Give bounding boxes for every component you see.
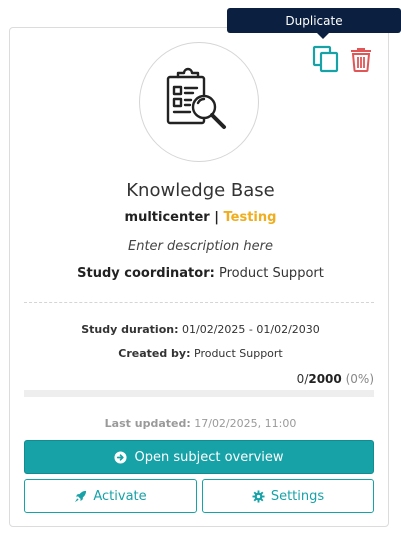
study-status: Testing bbox=[223, 210, 277, 225]
copy-icon bbox=[312, 45, 339, 73]
created-label: Created by: bbox=[118, 347, 191, 360]
updated-value: 17/02/2025, 11:00 bbox=[194, 417, 297, 430]
subtitle-separator: | bbox=[209, 210, 224, 225]
arrow-circle-right-icon bbox=[114, 450, 128, 464]
settings-button[interactable]: Settings bbox=[202, 479, 374, 513]
duplicate-tooltip: Duplicate bbox=[227, 8, 401, 39]
delete-button[interactable] bbox=[346, 44, 376, 74]
coordinator-label: Study coordinator: bbox=[77, 266, 215, 281]
tooltip-text: Duplicate bbox=[285, 13, 343, 28]
rocket-icon bbox=[75, 490, 87, 502]
study-avatar bbox=[139, 42, 259, 162]
enrollment-percent: (0%) bbox=[345, 372, 374, 386]
study-type: multicenter bbox=[124, 210, 210, 225]
duplicate-button[interactable] bbox=[311, 44, 341, 74]
activate-label: Activate bbox=[93, 488, 147, 504]
activate-button[interactable]: Activate bbox=[24, 479, 197, 513]
trash-icon bbox=[351, 48, 371, 72]
created-by: Created by: Product Support bbox=[0, 347, 401, 360]
enrollment-total: 2000 bbox=[308, 372, 342, 386]
updated-label: Last updated: bbox=[104, 417, 191, 430]
study-duration: Study duration: 01/02/2025 - 01/02/2030 bbox=[0, 323, 401, 336]
enrollment-progress-bar bbox=[24, 390, 374, 397]
duration-label: Study duration: bbox=[81, 323, 179, 336]
open-subject-overview-button[interactable]: Open subject overview bbox=[24, 440, 374, 474]
last-updated: Last updated: 17/02/2025, 11:00 bbox=[0, 417, 401, 430]
study-title: Knowledge Base bbox=[126, 180, 275, 201]
duration-value: 01/02/2025 - 01/02/2030 bbox=[182, 323, 320, 336]
settings-label: Settings bbox=[270, 488, 325, 504]
coordinator-value: Product Support bbox=[218, 266, 324, 281]
study-description: Enter description here bbox=[127, 239, 274, 254]
divider bbox=[24, 302, 374, 303]
open-subject-overview-label: Open subject overview bbox=[134, 449, 284, 465]
study-subtitle: multicenter | Testing bbox=[0, 210, 401, 225]
gear-icon bbox=[252, 489, 265, 503]
enrollment-count: 0/2000 (0%) bbox=[297, 372, 374, 386]
created-value: Product Support bbox=[194, 347, 283, 360]
study-coordinator: Study coordinator: Product Support bbox=[0, 266, 401, 281]
clipboard-search-icon bbox=[166, 67, 226, 129]
